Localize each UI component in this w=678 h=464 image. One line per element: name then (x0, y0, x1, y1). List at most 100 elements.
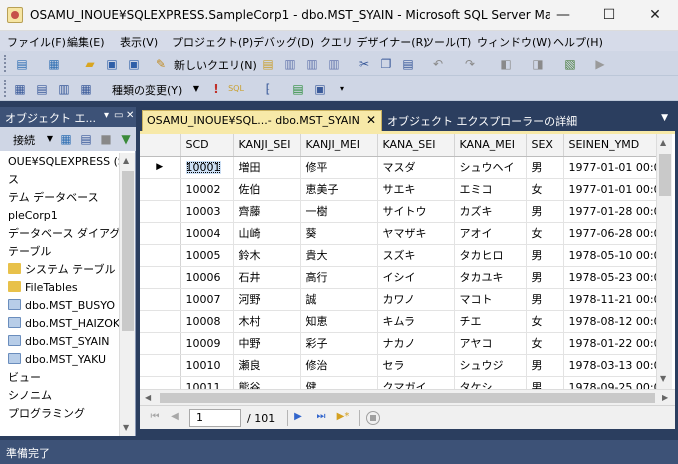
table-cell[interactable]: 男 (526, 266, 564, 289)
chevron-down-icon[interactable]: ▼ (42, 131, 58, 147)
criteria-pane-icon[interactable]: ▤ (34, 81, 50, 97)
table-cell[interactable]: 女 (526, 310, 564, 333)
table-cell[interactable]: 1978-03-13 00:0 (563, 354, 664, 377)
table-cell[interactable]: カワノ (377, 288, 455, 311)
menu-debug[interactable]: デバッグ(D) (253, 34, 314, 50)
row-selector[interactable] (140, 200, 181, 223)
group-by-icon[interactable]: ⁅ (260, 81, 276, 97)
sql-pane-icon[interactable]: ▥ (56, 81, 72, 97)
table-cell[interactable]: キムラ (377, 310, 455, 333)
table-cell[interactable]: アオイ (454, 222, 527, 245)
tree-node-filetables[interactable]: FileTables (8, 279, 119, 297)
scroll-left-icon[interactable]: ◀ (145, 393, 151, 402)
table-cell[interactable]: 修平 (300, 156, 378, 179)
table-cell[interactable]: 10001 (180, 156, 234, 179)
scrollbar-thumb[interactable] (122, 171, 134, 331)
new-project-icon[interactable]: ▤ (14, 56, 30, 72)
table-cell[interactable]: 誠 (300, 288, 378, 311)
previous-record-icon[interactable]: ◀ (168, 411, 182, 422)
table-cell[interactable]: 齊藤 (233, 200, 301, 223)
table-cell[interactable]: アヤコ (454, 332, 527, 355)
save-all-icon[interactable]: ▣ (126, 56, 142, 72)
table-cell[interactable]: イシイ (377, 266, 455, 289)
copy-icon[interactable]: ❐ (378, 56, 394, 72)
menu-file[interactable]: ファイル(F) (7, 34, 66, 50)
filter-icon[interactable]: ▼ (118, 131, 134, 147)
table-cell[interactable]: 1977-06-28 00:0 (563, 222, 664, 245)
row-selector[interactable] (140, 244, 181, 267)
maximize-button[interactable]: ☐ (586, 0, 632, 31)
next-record-icon[interactable]: ▶ (291, 411, 305, 422)
table-cell[interactable]: 10009 (180, 332, 234, 355)
row-selector[interactable] (140, 332, 181, 355)
tree-node-table[interactable]: dbo.MST_BUSYO (8, 297, 119, 315)
table-cell[interactable]: 健 (300, 376, 378, 389)
tree-node-table[interactable]: dbo.MST_HAIZOK (8, 315, 119, 333)
tree-node-database-diagrams[interactable]: データベース ダイアグラム (8, 225, 119, 243)
table-cell[interactable]: マスダ (377, 156, 455, 179)
new-query-button[interactable]: 新しいクエリ(N) (174, 57, 257, 73)
pin-icon[interactable]: ▭ (114, 110, 123, 121)
table-cell[interactable]: 1978-11-21 00:0 (563, 288, 664, 311)
table-cell[interactable]: スズキ (377, 244, 455, 267)
table-cell[interactable]: エミコ (454, 178, 527, 201)
activity-monitor-icon[interactable]: ▧ (562, 56, 578, 72)
table-cell[interactable]: 高行 (300, 266, 378, 289)
open-folder-icon[interactable]: ▰ (82, 56, 98, 72)
table-cell[interactable]: 10011 (180, 376, 234, 389)
menu-tools[interactable]: ツール(T) (423, 34, 471, 50)
column-header[interactable]: SCD (180, 134, 234, 157)
redo-icon[interactable]: ↷ (462, 56, 478, 72)
new-query-icon[interactable]: ✎ (153, 56, 169, 72)
table-cell[interactable]: 10002 (180, 178, 234, 201)
table-cell[interactable]: マコト (454, 288, 527, 311)
execute-sql-icon[interactable]: ! (208, 81, 224, 97)
table-cell[interactable]: チエ (454, 310, 527, 333)
tree-node-table[interactable]: dbo.MST_SYAIN (8, 333, 119, 351)
table-cell[interactable]: 1977-01-01 00:0 (563, 178, 664, 201)
scroll-right-icon[interactable]: ▶ (662, 393, 668, 402)
table-cell[interactable]: 10010 (180, 354, 234, 377)
navigate-backward-icon[interactable]: ◧ (498, 56, 514, 72)
table-cell[interactable]: カズキ (454, 200, 527, 223)
table-cell[interactable]: 10008 (180, 310, 234, 333)
table-cell[interactable]: 10003 (180, 200, 234, 223)
table-cell[interactable]: 1977-01-01 00:0 (563, 156, 664, 179)
menu-query-designer[interactable]: クエリ デザイナー(R) (320, 34, 428, 50)
table-cell[interactable]: 佐伯 (233, 178, 301, 201)
new-record-icon[interactable]: ▶* (336, 411, 350, 422)
undo-icon[interactable]: ↶ (430, 56, 446, 72)
menu-help[interactable]: ヘルプ(H) (553, 34, 603, 50)
toolbar-grip[interactable] (4, 80, 7, 97)
verify-sql-icon[interactable]: SQL (228, 81, 244, 97)
table-cell[interactable]: 1978-08-12 00:0 (563, 310, 664, 333)
stop-query-icon[interactable] (366, 411, 380, 425)
disconnect-icon[interactable]: ▤ (78, 131, 94, 147)
table-cell[interactable]: 恵美子 (300, 178, 378, 201)
table-cell[interactable]: 1978-05-10 00:0 (563, 244, 664, 267)
table-cell[interactable]: 一樹 (300, 200, 378, 223)
menu-project[interactable]: プロジェクト(P) (172, 34, 253, 50)
minimize-button[interactable]: — (540, 0, 586, 31)
scroll-down-icon[interactable]: ▼ (660, 374, 666, 383)
row-selector[interactable] (140, 266, 181, 289)
table-cell[interactable]: 1977-01-28 00:0 (563, 200, 664, 223)
table-cell[interactable]: 男 (526, 354, 564, 377)
table-cell[interactable]: ヤマザキ (377, 222, 455, 245)
table-cell[interactable]: 女 (526, 222, 564, 245)
table-cell[interactable]: タカヒロ (454, 244, 527, 267)
table-cell[interactable]: 知恵 (300, 310, 378, 333)
tree-node-synonyms[interactable]: シノニム (8, 387, 119, 405)
tree-node-databases[interactable]: ス (8, 171, 119, 189)
table-cell[interactable]: 熊谷 (233, 376, 301, 389)
tree-node-table[interactable]: dbo.MST_YAKU (8, 351, 119, 369)
table-cell[interactable]: 10006 (180, 266, 234, 289)
scroll-up-icon[interactable]: ▲ (123, 156, 129, 165)
grid-horizontal-scrollbar[interactable]: ◀ ▶ (140, 389, 675, 405)
tree-node-server[interactable]: OUE¥SQLEXPRESS (S (8, 153, 119, 171)
navigate-forward-icon[interactable]: ◨ (530, 56, 546, 72)
table-cell[interactable]: 葵 (300, 222, 378, 245)
toolbar-options-icon[interactable]: ▾ (334, 81, 350, 97)
table-cell[interactable]: 山崎 (233, 222, 301, 245)
menu-window[interactable]: ウィンドウ(W) (477, 34, 551, 50)
